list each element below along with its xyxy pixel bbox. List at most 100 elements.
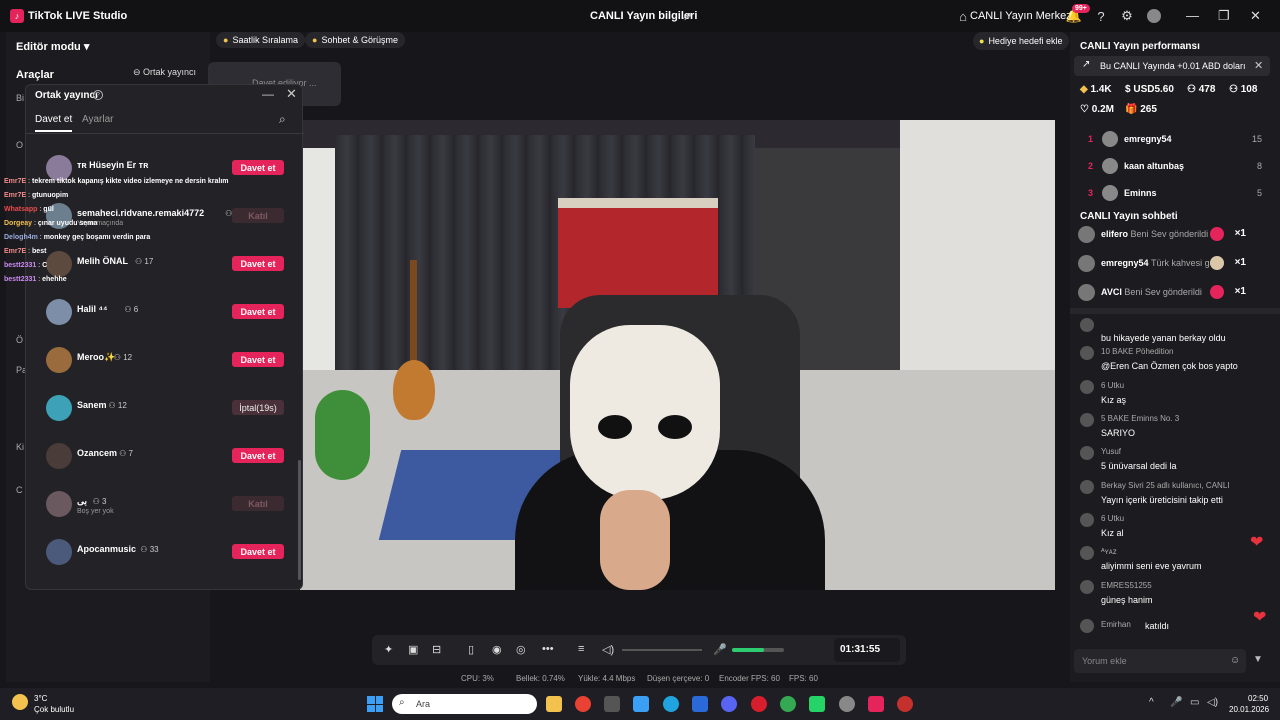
top-gifter-row[interactable]: 3 Eminns 5 [1080, 185, 1262, 205]
tab-invite[interactable]: Davet et [35, 114, 73, 132]
cohost-button[interactable]: ⊖ Ortak yayıncı [133, 67, 196, 78]
usd-stat: $ USD5.60 [1125, 84, 1174, 95]
gear-icon[interactable]: ⚙ [1118, 7, 1136, 25]
record-icon[interactable]: ◉ [492, 643, 502, 656]
edge-icon[interactable] [663, 696, 679, 712]
scene-icon[interactable]: ▣ [408, 643, 418, 656]
camera-icon[interactable]: ◎ [516, 643, 526, 656]
person-icon: ⚇ [92, 497, 102, 506]
person-icon: ⚇ [124, 305, 134, 314]
avatar[interactable] [46, 443, 72, 469]
avatar[interactable] [1080, 346, 1094, 360]
avatar[interactable] [46, 347, 72, 373]
overlay-chat-line: Dorgeay : çınar uyudu sema [4, 220, 98, 227]
windows-start-icon[interactable] [367, 696, 383, 712]
magic-icon[interactable]: ✦ [384, 643, 393, 656]
avatar[interactable] [46, 491, 72, 517]
avatar[interactable] [46, 299, 72, 325]
minimize-icon[interactable]: — [262, 87, 274, 101]
invite-button[interactable]: Davet et [232, 448, 284, 463]
media-icon[interactable] [897, 696, 913, 712]
avatar[interactable] [1078, 284, 1095, 301]
divider [26, 133, 304, 134]
volume-slider[interactable] [622, 649, 702, 651]
top-gifter-row[interactable]: 2 kaan altunbaş 8 [1080, 158, 1262, 178]
join-button[interactable]: Katıl [232, 496, 284, 511]
top-gifter-row[interactable]: 1 emregny54 15 [1080, 131, 1262, 151]
rank-number: 1 [1088, 134, 1094, 144]
hourly-rank-chip[interactable]: ● Saatlik Sıralama [216, 32, 305, 48]
user-avatar[interactable] [1147, 9, 1161, 23]
avatar[interactable] [1080, 446, 1094, 460]
chat-meet-chip[interactable]: ● Sohbet & Görüşme [305, 32, 405, 48]
close-icon[interactable]: ✕ [1250, 8, 1261, 24]
invite-button[interactable]: Davet et [232, 160, 284, 175]
avatar[interactable] [1080, 580, 1094, 594]
emoji-icon[interactable]: ☺ [1230, 655, 1240, 666]
settings-sliders-icon[interactable]: ≡ [578, 643, 584, 655]
message-text: 5 ünüvarsal dedi la [1101, 461, 1177, 471]
avatar[interactable] [1080, 318, 1094, 332]
edit-mode-dropdown[interactable]: Editör modu ▾ [16, 40, 89, 53]
invite-button[interactable]: Davet et [232, 544, 284, 559]
opera-icon[interactable] [751, 696, 767, 712]
live-preview[interactable] [300, 120, 1055, 590]
message-author: EMRES51255 [1101, 581, 1152, 590]
close-icon[interactable]: ✕ [1254, 59, 1263, 72]
phone-icon[interactable]: ▯ [468, 643, 474, 656]
tiktok-live-icon[interactable] [868, 696, 884, 712]
avatar[interactable] [1080, 380, 1094, 394]
chrome-icon[interactable] [780, 696, 796, 712]
monitor-icon[interactable]: ▭ [1190, 697, 1199, 708]
scrollbar[interactable] [298, 460, 301, 580]
live-center-link[interactable]: CANLI Yayın Merkezi [970, 10, 1074, 22]
discord-icon[interactable] [721, 696, 737, 712]
microphone-icon[interactable]: 🎤 [713, 643, 727, 656]
share-icon[interactable]: ⇗ [682, 9, 692, 23]
maximize-icon[interactable]: ❐ [1218, 8, 1230, 24]
tab-settings[interactable]: Ayarlar [82, 114, 114, 125]
close-icon[interactable]: ✕ [286, 86, 297, 102]
cancel-invite-button[interactable]: İptal(19s) [232, 400, 284, 415]
store-icon[interactable] [604, 696, 620, 712]
avatar[interactable] [1080, 546, 1094, 560]
chrome-icon[interactable] [575, 696, 591, 712]
app-icon[interactable] [692, 696, 708, 712]
comment-input[interactable]: Yorum ekle [1074, 649, 1246, 673]
message-text: güneş hanim [1101, 595, 1153, 605]
help-icon[interactable]: ? [93, 90, 103, 100]
filter-icon[interactable]: ▼ [1253, 654, 1263, 665]
avatar[interactable] [1078, 226, 1095, 243]
help-icon[interactable]: ? [1092, 7, 1110, 25]
guitar [388, 260, 438, 420]
mail-icon[interactable] [633, 696, 649, 712]
avatar[interactable] [46, 395, 72, 421]
avatar[interactable] [1080, 413, 1094, 427]
layout-icon[interactable]: ⊟ [432, 643, 441, 656]
minimize-icon[interactable]: — [1186, 8, 1199, 23]
avatar[interactable] [46, 539, 72, 565]
microphone-icon[interactable]: 🎤 [1170, 697, 1182, 708]
volume-icon[interactable]: ◁) [1207, 697, 1218, 708]
taskbar-search[interactable]: Ara [392, 694, 537, 714]
dropped-frames-stat: Düşen çerçeve: 0 [647, 674, 710, 683]
gift-goal-button[interactable]: ● Hediye hedefi ekle [973, 32, 1069, 50]
invite-button[interactable]: Davet et [232, 304, 284, 319]
heart-icon: ❤ [1250, 534, 1264, 551]
avatar[interactable] [1080, 619, 1094, 633]
tools-heading: Araçlar [16, 69, 54, 81]
invite-button[interactable]: Davet et [232, 352, 284, 367]
divider [1070, 308, 1280, 314]
message-author: ᴬʏᴀᴢ [1101, 547, 1117, 556]
speaker-icon[interactable]: ◁) [602, 643, 614, 656]
avatar[interactable] [1078, 255, 1095, 272]
chevron-up-icon[interactable]: ^ [1149, 697, 1154, 708]
more-icon[interactable]: ••• [542, 643, 554, 655]
steam-icon[interactable] [839, 696, 855, 712]
avatar[interactable] [1080, 480, 1094, 494]
file-explorer-icon[interactable] [546, 696, 562, 712]
weather-icon[interactable] [12, 694, 28, 710]
search-icon[interactable]: ⌕ [279, 112, 286, 127]
avatar[interactable] [1080, 513, 1094, 527]
whatsapp-icon[interactable] [809, 696, 825, 712]
